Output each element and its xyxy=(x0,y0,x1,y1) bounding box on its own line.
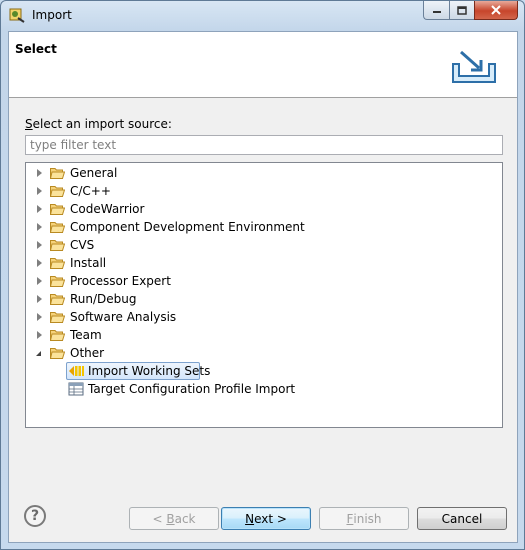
tree-item-label: Target Configuration Profile Import xyxy=(88,382,296,396)
tree-item-label: Software Analysis xyxy=(70,310,177,324)
folder-icon xyxy=(50,222,65,233)
title-bar[interactable]: Import xyxy=(1,1,524,31)
import-working-sets-icon xyxy=(69,366,84,376)
minimize-button[interactable] xyxy=(423,1,449,20)
app-icon xyxy=(9,8,25,23)
help-button[interactable]: ? xyxy=(24,505,46,527)
back-button-prefix: < xyxy=(152,511,167,526)
expand-arrow-icon[interactable] xyxy=(37,205,42,213)
expand-arrow-icon[interactable] xyxy=(37,241,42,249)
tree-item-team[interactable]: Team xyxy=(26,326,502,344)
header-banner: Select xyxy=(9,32,517,98)
maximize-button[interactable] xyxy=(449,1,474,20)
dialog-client-area: Select Select an import source: General … xyxy=(8,31,518,543)
back-button-rest: ack xyxy=(174,511,196,526)
tree-item-general[interactable]: General xyxy=(26,164,502,182)
minimize-icon xyxy=(432,11,441,13)
tree-item-label: Team xyxy=(70,328,102,342)
tree-item-label: CodeWarrior xyxy=(70,202,145,216)
page-title: Select xyxy=(15,42,57,56)
folder-icon xyxy=(50,294,65,305)
folder-icon xyxy=(50,168,65,179)
expand-arrow-icon[interactable] xyxy=(37,277,42,285)
tree-item-label: CVS xyxy=(70,238,95,252)
finish-button[interactable]: Finish xyxy=(319,507,409,530)
cancel-button-label: Cancel xyxy=(441,511,483,526)
collapse-arrow-icon[interactable] xyxy=(36,351,41,356)
folder-open-icon xyxy=(50,348,65,359)
tree-item-label: Processor Expert xyxy=(70,274,171,288)
import-source-label: Select an import source: xyxy=(25,117,172,131)
finish-button-rest: inish xyxy=(353,511,382,526)
import-source-tree[interactable]: General C/C++ CodeWarrior Component Deve… xyxy=(25,162,503,428)
next-button-rest: ext > xyxy=(254,511,287,526)
tree-item-import-working-sets[interactable]: Import Working Sets xyxy=(26,362,502,380)
window-title: Import xyxy=(32,8,72,22)
tree-item-processor-expert[interactable]: Processor Expert xyxy=(26,272,502,290)
import-dialog-window: Import Select Select an import source: t… xyxy=(0,0,525,550)
caption-buttons xyxy=(423,1,518,21)
next-button[interactable]: Next > xyxy=(221,507,311,530)
folder-icon xyxy=(50,312,65,323)
tree-item-c-cpp[interactable]: C/C++ xyxy=(26,182,502,200)
folder-icon xyxy=(50,330,65,341)
tree-item-cvs[interactable]: CVS xyxy=(26,236,502,254)
tree-item-label: Import Working Sets xyxy=(88,364,211,378)
expand-arrow-icon[interactable] xyxy=(37,313,42,321)
folder-icon xyxy=(50,186,65,197)
expand-arrow-icon[interactable] xyxy=(37,295,42,303)
table-icon xyxy=(68,382,84,396)
back-button[interactable]: < Back xyxy=(129,507,219,530)
tree-item-label: Component Development Environment xyxy=(70,220,305,234)
next-button-mnemonic: N xyxy=(245,511,255,526)
help-icon: ? xyxy=(30,508,40,524)
expand-arrow-icon[interactable] xyxy=(37,187,42,195)
import-source-mnemonic: S xyxy=(25,117,33,131)
tree-item-label: General xyxy=(70,166,118,180)
tree-item-run-debug[interactable]: Run/Debug xyxy=(26,290,502,308)
cancel-button[interactable]: Cancel xyxy=(417,507,507,530)
back-button-mnemonic: B xyxy=(166,511,175,526)
finish-button-mnemonic: F xyxy=(346,511,354,526)
import-source-label-text: elect an import source: xyxy=(32,117,172,131)
folder-icon xyxy=(50,276,65,287)
tree-item-other[interactable]: Other xyxy=(26,344,502,362)
tree-item-label: Other xyxy=(70,346,105,360)
maximize-icon xyxy=(457,5,467,15)
tree-item-component-development-environment[interactable]: Component Development Environment xyxy=(26,218,502,236)
expand-arrow-icon[interactable] xyxy=(37,331,42,339)
folder-icon xyxy=(50,240,65,251)
folder-icon xyxy=(50,204,65,215)
close-button[interactable] xyxy=(474,1,518,20)
expand-arrow-icon[interactable] xyxy=(37,169,42,177)
import-wizard-icon xyxy=(452,50,496,83)
tree-item-label: Run/Debug xyxy=(70,292,137,306)
tree-item-codewarrior[interactable]: CodeWarrior xyxy=(26,200,502,218)
expand-arrow-icon[interactable] xyxy=(37,259,42,267)
tree-item-label: C/C++ xyxy=(70,184,111,198)
expand-arrow-icon[interactable] xyxy=(37,223,42,231)
filter-input[interactable] xyxy=(25,135,503,155)
tree-item-install[interactable]: Install xyxy=(26,254,502,272)
tree-item-software-analysis[interactable]: Software Analysis xyxy=(26,308,502,326)
tree-item-label: Install xyxy=(70,256,107,270)
close-icon xyxy=(491,5,501,15)
folder-icon xyxy=(50,258,65,269)
tree-item-target-configuration-profile-import[interactable]: Target Configuration Profile Import xyxy=(26,380,502,398)
